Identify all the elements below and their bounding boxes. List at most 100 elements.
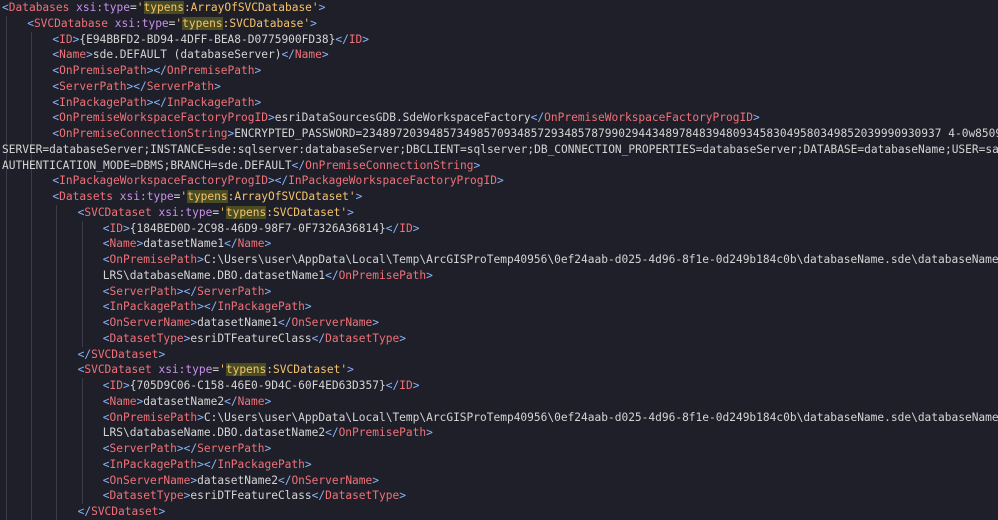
code-line[interactable]: <ID>{184BED0D-2C98-46D9-98F7-0F7326A3681… (0, 220, 998, 237)
code-line[interactable]: <ServerPath></ServerPath> (0, 441, 998, 457)
indent-guide (81, 220, 83, 237)
indent-guide (81, 330, 83, 347)
code-line[interactable]: </SVCDataset> (0, 504, 998, 520)
code-line[interactable]: <OnPremiseConnectionString>ENCRYPTED_PAS… (0, 126, 998, 142)
code-line[interactable]: LRS\databaseName.DBO.datasetName2</OnPre… (0, 425, 998, 441)
code-line[interactable]: <InPackageWorkspaceFactoryProgID></InPac… (0, 173, 998, 189)
xml-text: datasetName1 (197, 316, 278, 329)
indent-guide (31, 378, 33, 394)
xml-tag-name: InPackagePath (217, 300, 305, 314)
xml-string: typens (187, 190, 228, 203)
indent-guide (6, 267, 7, 284)
indent-guide (31, 236, 33, 252)
xml-bracket: </ (311, 331, 326, 345)
xml-tag-name: ServerPath (109, 284, 177, 298)
code-line[interactable]: <OnPremisePath></OnPremisePath> (0, 63, 998, 79)
indent-guide (6, 110, 7, 126)
xml-text: esriDataSourcesGDB.SdeWorkspaceFactory (274, 111, 531, 125)
xml-tag-name: OnPremisePath (59, 64, 147, 77)
indent-guide (31, 472, 33, 489)
code-line[interactable]: <Databases xsi:type='typens:ArrayOfSVCDa… (0, 0, 998, 16)
code-line[interactable]: <ServerPath></ServerPath> (0, 78, 998, 95)
indent-guide (31, 267, 33, 284)
code-editor[interactable]: <Databases xsi:type='typens:ArrayOfSVCDa… (0, 0, 998, 520)
code-line-content: <Datasets xsi:type='typens:ArrayOfSVCDat… (52, 189, 362, 205)
xml-attribute: xsi:type (158, 205, 213, 219)
code-line-content: <Name>datasetName2</Name> (103, 394, 271, 410)
code-line[interactable]: <InPackagePath></InPackagePath> (0, 299, 998, 315)
code-line[interactable]: <Name>sde.DEFAULT (databaseServer)</Name… (0, 47, 998, 63)
code-line[interactable]: <OnPremiseWorkspaceFactoryProgID>esriDat… (0, 110, 998, 126)
indent-guide (31, 393, 33, 410)
xml-text: AUTHENTICATION_MODE=DBMS;BRANCH=sde.DEFA… (2, 158, 292, 172)
code-line[interactable]: <ID>{E94BBFD2-BD94-4DFF-BEA8-D0775900FD3… (0, 31, 998, 48)
code-line[interactable]: <Name>datasetName1</Name> (0, 236, 998, 252)
code-line[interactable]: <OnServerName>datasetName1</OnServerName… (0, 315, 998, 331)
xml-bracket: ></ (146, 64, 167, 77)
xml-tag-name: ID (59, 32, 73, 46)
xml-bracket: > (412, 221, 420, 235)
indent-guide (6, 315, 7, 331)
indent-guide (31, 47, 33, 63)
indent-guide (6, 78, 7, 95)
code-line[interactable]: <InPackagePath></InPackagePath> (0, 94, 998, 111)
code-line[interactable]: LRS\databaseName.DBO.datasetName1</OnPre… (0, 267, 998, 284)
indent-guide (31, 173, 33, 189)
xml-string: typens (225, 205, 267, 219)
code-line[interactable]: <SVCDataset xsi:type='typens:SVCDataset'… (0, 362, 998, 378)
code-line-content: <SVCDataset xsi:type='typens:SVCDataset'… (78, 205, 354, 221)
indent-guide (56, 456, 58, 473)
code-line[interactable]: <ServerPath></ServerPath> (0, 283, 998, 300)
xml-bracket: > (304, 457, 312, 471)
indent-guide (81, 393, 83, 410)
xml-bracket: < (27, 16, 34, 30)
code-line[interactable]: <Name>datasetName2</Name> (0, 393, 998, 410)
xml-tag-name: OnPremiseConnectionString (59, 127, 228, 140)
code-line[interactable]: <DatasetType>esriDTFeatureClass</Dataset… (0, 488, 998, 504)
xml-attribute: xsi:type (158, 363, 213, 377)
code-line[interactable]: </SVCDataset> (0, 346, 998, 363)
indent-guide (6, 15, 7, 32)
indent-guide (31, 220, 33, 237)
xml-bracket: ></ (197, 457, 218, 471)
indent-guide (6, 126, 7, 142)
indent-guide (31, 110, 33, 126)
code-line[interactable]: SERVER=databaseServer;INSTANCE=sde:sqlse… (0, 141, 998, 158)
code-line[interactable]: <SVCDataset xsi:type='typens:SVCDataset'… (0, 204, 998, 221)
code-line[interactable]: <OnPremisePath>C:\Users\user\AppData\Loc… (0, 409, 998, 426)
code-line[interactable]: <OnPremisePath>C:\Users\user\AppData\Loc… (0, 252, 998, 268)
code-line[interactable]: <Datasets xsi:type='typens:ArrayOfSVCDat… (0, 189, 998, 205)
xml-bracket: </ (311, 489, 326, 503)
xml-bracket: > (267, 111, 275, 125)
xml-bracket: > (254, 64, 262, 77)
indent-guide (31, 63, 33, 79)
code-line[interactable]: <InPackagePath></InPackagePath> (0, 456, 998, 473)
xml-bracket: </ (224, 237, 238, 251)
xml-bracket: ></ (176, 284, 198, 298)
code-line[interactable]: <SVCDatabase xsi:type='typens:SVCDatabas… (0, 15, 998, 32)
xml-tag-name: SVCDatabase (33, 16, 109, 30)
code-line[interactable]: <OnServerName>datasetName2</OnServerName… (0, 472, 998, 489)
xml-bracket: </ (77, 347, 92, 361)
xml-text: datasetName2 (143, 394, 225, 408)
xml-text: sde.DEFAULT (databaseServer) (92, 48, 282, 62)
xml-tag-name: Name (59, 48, 87, 62)
code-line[interactable]: AUTHENTICATION_MODE=DBMS;BRANCH=sde.DEFA… (0, 157, 998, 174)
code-line[interactable]: <DatasetType>esriDTFeatureClass</Dataset… (0, 330, 998, 347)
indent-guide (56, 409, 58, 426)
xml-tag-name: InPackagePath (109, 457, 198, 471)
code-line-content: <DatasetType>esriDTFeatureClass</Dataset… (103, 331, 406, 347)
xml-bracket: < (102, 442, 110, 455)
xml-string: :ArrayOfSVCDataset' (227, 190, 356, 203)
xml-bracket: > (123, 221, 130, 235)
xml-bracket: > (264, 394, 272, 408)
code-line-content: <InPackageWorkspaceFactoryProgID></InPac… (52, 173, 503, 189)
xml-bracket: ></ (126, 79, 147, 93)
xml-tag-name: OnServerName (109, 473, 191, 487)
xml-tag-name: ID (109, 379, 124, 392)
xml-bracket: > (264, 442, 272, 455)
xml-bracket: > (399, 489, 406, 503)
xml-bracket: < (102, 300, 110, 314)
code-line[interactable]: <ID>{705D9C06-C158-46E0-9D4C-60F4ED63D35… (0, 378, 998, 394)
xml-bracket: > (496, 174, 504, 188)
